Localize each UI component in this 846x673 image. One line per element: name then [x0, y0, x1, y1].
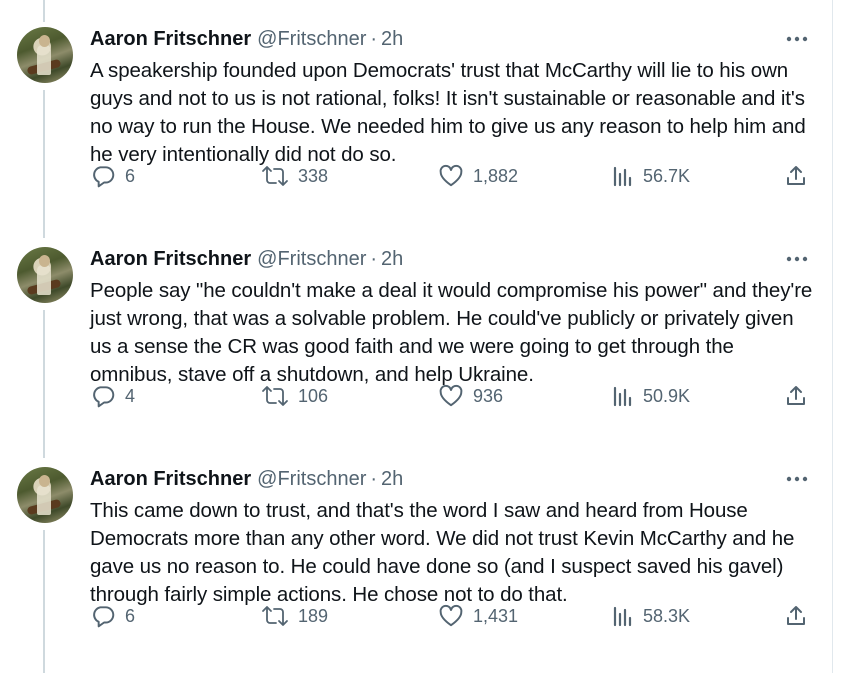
tweet[interactable]: Aaron Fritschner @Fritschner · 2h People… [0, 220, 832, 440]
more-icon [786, 256, 808, 262]
heart-icon [438, 163, 464, 189]
views-button[interactable]: 56.7K [610, 160, 690, 192]
more-icon [786, 36, 808, 42]
reply-count: 6 [125, 165, 136, 186]
avatar[interactable] [17, 247, 73, 303]
view-count: 50.9K [643, 385, 691, 406]
retweet-count: 338 [298, 165, 329, 186]
author-handle[interactable]: @Fritschner [257, 468, 366, 491]
timestamp[interactable]: 2h [381, 248, 403, 271]
view-count: 58.3K [643, 605, 691, 626]
author-handle[interactable]: @Fritschner [257, 248, 366, 271]
tweet[interactable]: Aaron Fritschner @Fritschner · 2h A spea… [0, 0, 832, 220]
author-handle[interactable]: @Fritschner [257, 28, 366, 51]
author-name[interactable]: Aaron Fritschner [90, 248, 251, 271]
tweet-header: Aaron Fritschner @Fritschner · 2h [90, 247, 403, 271]
tweet-text: People say "he couldn't make a deal it w… [90, 279, 813, 386]
column-border [832, 0, 833, 673]
like-count: 936 [473, 385, 504, 406]
retweet-icon [261, 603, 289, 629]
share-button[interactable] [784, 600, 808, 632]
views-button[interactable]: 50.9K [610, 380, 690, 412]
share-button[interactable] [784, 380, 808, 412]
more-options-button[interactable] [784, 251, 810, 267]
reply-count: 4 [125, 385, 136, 406]
timestamp[interactable]: 2h [381, 28, 403, 51]
separator: · [370, 467, 378, 490]
like-button[interactable]: 936 [438, 380, 503, 412]
tweet-text: A speakership founded upon Democrats' tr… [90, 59, 806, 166]
tweet-actions: 6 189 1,431 58.3K [90, 600, 820, 632]
share-button[interactable] [784, 160, 808, 192]
heart-icon [438, 603, 464, 629]
retweet-button[interactable]: 106 [261, 380, 328, 412]
views-button[interactable]: 58.3K [610, 600, 690, 632]
avatar[interactable] [17, 27, 73, 83]
tweet-text: This came down to trust, and that's the … [90, 499, 795, 606]
separator: · [370, 247, 378, 270]
analytics-icon [610, 384, 634, 408]
view-count: 56.7K [643, 165, 691, 186]
analytics-icon [610, 604, 634, 628]
retweet-icon [261, 383, 289, 409]
timestamp[interactable]: 2h [381, 468, 403, 491]
separator: · [370, 27, 378, 50]
more-options-button[interactable] [784, 471, 810, 487]
tweet[interactable]: Aaron Fritschner @Fritschner · 2h This c… [0, 440, 832, 660]
heart-icon [438, 383, 464, 409]
more-options-button[interactable] [784, 31, 810, 47]
reply-button[interactable]: 4 [90, 380, 135, 412]
author-name[interactable]: Aaron Fritschner [90, 468, 251, 491]
like-button[interactable]: 1,431 [438, 600, 518, 632]
author-name[interactable]: Aaron Fritschner [90, 28, 251, 51]
reply-icon [90, 603, 116, 629]
reply-count: 6 [125, 605, 136, 626]
retweet-icon [261, 163, 289, 189]
reply-icon [90, 383, 116, 409]
tweet-header: Aaron Fritschner @Fritschner · 2h [90, 467, 403, 491]
tweet-actions: 4 106 936 50.9K [90, 380, 820, 412]
share-icon [784, 604, 808, 628]
retweet-button[interactable]: 338 [261, 160, 328, 192]
tweet-actions: 6 338 1,882 56.7K [90, 160, 820, 192]
like-count: 1,882 [473, 165, 519, 186]
reply-button[interactable]: 6 [90, 160, 135, 192]
share-icon [784, 164, 808, 188]
share-icon [784, 384, 808, 408]
like-count: 1,431 [473, 605, 519, 626]
avatar[interactable] [17, 467, 73, 523]
analytics-icon [610, 164, 634, 188]
reply-icon [90, 163, 116, 189]
reply-button[interactable]: 6 [90, 600, 135, 632]
like-button[interactable]: 1,882 [438, 160, 518, 192]
tweet-header: Aaron Fritschner @Fritschner · 2h [90, 27, 403, 51]
more-icon [786, 476, 808, 482]
retweet-count: 189 [298, 605, 329, 626]
retweet-count: 106 [298, 385, 329, 406]
retweet-button[interactable]: 189 [261, 600, 328, 632]
